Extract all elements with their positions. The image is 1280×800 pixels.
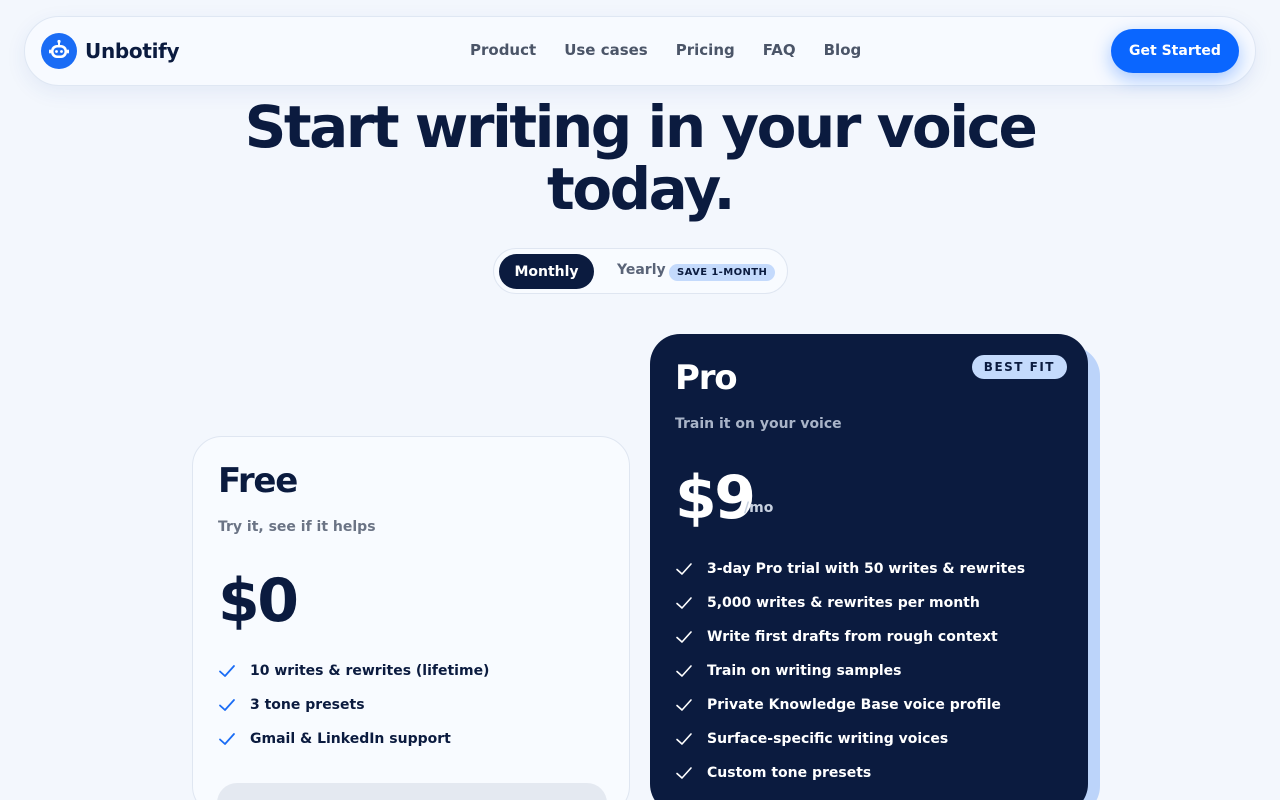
feature-item: 3-day Pro trial with 50 writes & rewrite…: [675, 552, 1025, 586]
check-icon: [676, 631, 692, 643]
top-navbar: Unbotify Product Use cases Pricing FAQ B…: [24, 16, 1256, 86]
brand[interactable]: Unbotify: [41, 33, 180, 69]
feature-item: Surface-specific writing voices: [675, 722, 1025, 756]
feature-text: Surface-specific writing voices: [707, 731, 949, 747]
robot-icon: [41, 33, 77, 69]
best-fit-badge: BEST FIT: [971, 355, 1067, 379]
page-title: Start writing in your voice today.: [240, 96, 1040, 220]
feature-text: 3 tone presets: [250, 697, 365, 713]
check-icon: [219, 699, 235, 711]
plan-name: Free: [218, 461, 298, 501]
feature-text: 10 writes & rewrites (lifetime): [250, 663, 490, 679]
check-icon: [676, 699, 692, 711]
feature-text: Private Knowledge Base voice profile: [707, 697, 1001, 713]
nav-links: Product Use cases Pricing FAQ Blog: [470, 41, 889, 59]
check-icon: [676, 597, 692, 609]
check-icon: [676, 733, 692, 745]
feature-text: Write first drafts from rough context: [707, 629, 998, 645]
plan-price: $0: [218, 566, 299, 636]
check-icon: [676, 665, 692, 677]
check-icon: [219, 733, 235, 745]
free-plan-button[interactable]: [217, 783, 607, 800]
nav-link-blog[interactable]: Blog: [824, 41, 862, 59]
billing-monthly-option[interactable]: Monthly: [499, 254, 594, 289]
feature-text: 3-day Pro trial with 50 writes & rewrite…: [707, 561, 1026, 577]
plan-price: $9: [675, 463, 756, 533]
plan-subtitle: Train it on your voice: [675, 416, 842, 432]
feature-item: Private Knowledge Base voice profile: [675, 688, 1025, 722]
nav-link-pricing[interactable]: Pricing: [676, 41, 735, 59]
price-period: /mo: [744, 500, 774, 516]
feature-item: Write first drafts from rough context: [675, 620, 1025, 654]
yearly-save-badge: SAVE 1-MONTH: [669, 264, 776, 281]
feature-list: 3-day Pro trial with 50 writes & rewrite…: [675, 552, 1025, 790]
pro-plan-card: BEST FIT Pro Train it on your voice $9 /…: [650, 334, 1088, 800]
check-icon: [676, 563, 692, 575]
feature-text: Train on writing samples: [707, 663, 902, 679]
plan-subtitle: Try it, see if it helps: [218, 519, 376, 535]
page-title-line-1: Start writing in your voice: [244, 93, 1038, 161]
check-icon: [676, 767, 692, 779]
nav-link-product[interactable]: Product: [470, 41, 536, 59]
feature-text: Gmail & LinkedIn support: [250, 731, 451, 747]
free-plan-card: Free Try it, see if it helps $0 10 write…: [192, 436, 630, 800]
plan-name: Pro: [675, 358, 738, 398]
page-title-line-2: today.: [547, 155, 735, 223]
billing-yearly-option[interactable]: Yearly: [617, 262, 666, 278]
get-started-button[interactable]: Get Started: [1111, 29, 1239, 73]
feature-item: 10 writes & rewrites (lifetime): [218, 654, 489, 688]
nav-link-faq[interactable]: FAQ: [763, 41, 796, 59]
feature-text: Custom tone presets: [707, 765, 872, 781]
feature-text: 5,000 writes & rewrites per month: [707, 595, 980, 611]
feature-item: Train on writing samples: [675, 654, 1025, 688]
feature-item: 3 tone presets: [218, 688, 489, 722]
nav-link-use-cases[interactable]: Use cases: [564, 41, 648, 59]
billing-toggle: Monthly Yearly SAVE 1-MONTH: [493, 248, 788, 294]
feature-item: Gmail & LinkedIn support: [218, 722, 489, 756]
brand-name: Unbotify: [85, 39, 180, 63]
feature-item: 5,000 writes & rewrites per month: [675, 586, 1025, 620]
feature-list: 10 writes & rewrites (lifetime) 3 tone p…: [218, 654, 489, 756]
check-icon: [219, 665, 235, 677]
feature-item: Custom tone presets: [675, 756, 1025, 790]
